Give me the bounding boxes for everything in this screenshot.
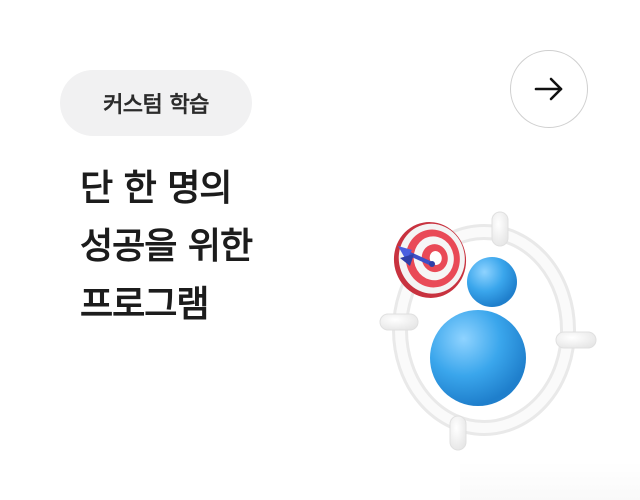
arrow-right-icon — [534, 77, 563, 101]
custom-learning-card[interactable]: 커스텀 학습 단 한 명의 성공을 위한 프로그램 — [0, 0, 640, 500]
target-person-icon — [379, 211, 597, 451]
category-badge-label: 커스텀 학습 — [103, 93, 209, 118]
headline: 단 한 명의 성공을 위한 프로그램 — [80, 160, 253, 334]
card-bottom-shadow — [460, 462, 640, 500]
headline-line-2: 성공을 위한 — [80, 226, 253, 267]
headline-line-1: 단 한 명의 — [80, 168, 233, 209]
next-button[interactable] — [510, 50, 588, 128]
category-badge: 커스텀 학습 — [60, 70, 252, 136]
headline-line-3: 프로그램 — [80, 284, 209, 325]
